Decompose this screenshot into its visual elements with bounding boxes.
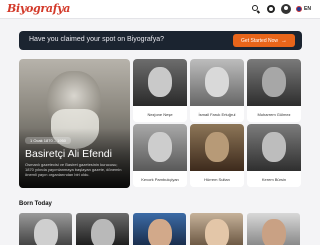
- person-card[interactable]: Kerem Bürsin: [247, 124, 301, 187]
- site-logo[interactable]: Biyografya: [7, 2, 70, 15]
- person-photo: [148, 219, 172, 245]
- arrow-right-icon: →: [281, 37, 287, 44]
- person-name: Kerem Bürsin: [247, 171, 301, 187]
- person-name: Kevork Pambukçiyan: [133, 171, 187, 187]
- person-name: Nezjone Neşe: [133, 106, 187, 122]
- person-name: Muharrem Gülmez: [247, 106, 301, 122]
- person-name: Hürrem Sultan: [190, 171, 244, 187]
- person-photo: [190, 59, 244, 106]
- person-photo: [34, 219, 58, 245]
- person-card[interactable]: Muharrem Gülmez: [247, 59, 301, 122]
- user-icon[interactable]: [281, 4, 292, 14]
- theme-toggle-icon[interactable]: [266, 4, 276, 14]
- person-photo: [91, 219, 115, 245]
- language-label: EN: [304, 6, 311, 12]
- featured-dates: 1 Ocak 1870 – 1950: [25, 137, 72, 144]
- born-today-card[interactable]: [76, 213, 129, 245]
- featured-description: Osmanlı gazetecisi ve Basiret gazetesini…: [25, 162, 122, 177]
- born-today-card[interactable]: [247, 213, 300, 245]
- born-today-card[interactable]: [19, 213, 72, 245]
- born-today-card[interactable]: [190, 213, 243, 245]
- top-header: Biyografya EN: [0, 0, 320, 19]
- person-photo: [262, 219, 286, 245]
- person-photo: [133, 59, 187, 106]
- person-card[interactable]: Kevork Pambukçiyan: [133, 124, 187, 187]
- get-started-button[interactable]: Get Started Now →: [233, 34, 295, 47]
- person-card[interactable]: Nezjone Neşe: [133, 59, 187, 122]
- person-photo: [205, 219, 229, 245]
- header-actions: EN: [251, 4, 311, 14]
- person-photo: [247, 59, 301, 106]
- cta-label: Get Started Now: [241, 37, 278, 44]
- born-today-heading: Born Today: [19, 201, 52, 207]
- person-card[interactable]: Hürrem Sultan: [190, 124, 244, 187]
- flag-icon: [296, 6, 303, 12]
- language-selector[interactable]: EN: [296, 6, 311, 12]
- banner-text: Have you claimed your spot on Biyografya…: [29, 36, 165, 43]
- person-photo: [247, 124, 301, 171]
- featured-person-card[interactable]: 1 Ocak 1870 – 1950 Basiretçi Ali Efendi …: [19, 59, 130, 188]
- born-today-card[interactable]: [133, 213, 186, 245]
- claim-banner: Have you claimed your spot on Biyografya…: [19, 31, 302, 50]
- search-icon[interactable]: [251, 4, 261, 14]
- featured-name: Basiretçi Ali Efendi: [25, 148, 112, 160]
- person-photo: [190, 124, 244, 171]
- person-name: İsmail Faruk Ertuğrul: [190, 106, 244, 122]
- person-photo: [133, 124, 187, 171]
- person-card[interactable]: İsmail Faruk Ertuğrul: [190, 59, 244, 122]
